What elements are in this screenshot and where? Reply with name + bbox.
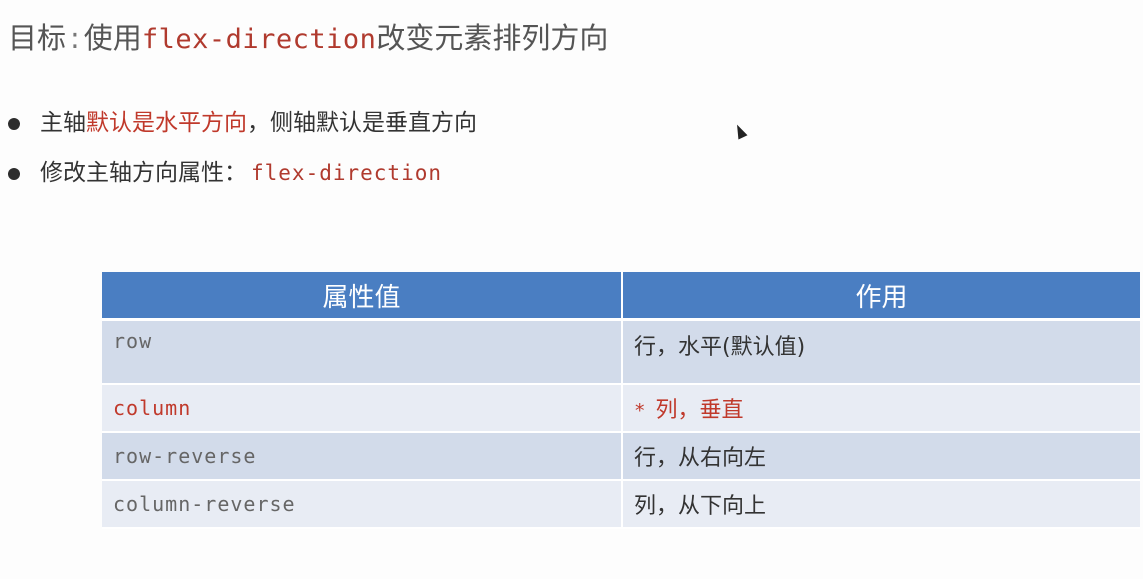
bullet-item-change-direction: 修改主轴方向属性： flex-direction bbox=[8, 154, 477, 204]
effect-text: 行，从右向左 bbox=[634, 446, 767, 471]
bullet-text-part: 主轴 bbox=[40, 110, 86, 136]
cell-value: column bbox=[102, 384, 623, 433]
table-row: row 行，水平(默认值) bbox=[102, 319, 1140, 385]
star-marker: * bbox=[634, 400, 646, 422]
table-row: column-reverse 列，从下向上 bbox=[102, 480, 1140, 529]
bullet-item-main-axis: 主轴默认是水平方向，侧轴默认是垂直方向 bbox=[8, 104, 477, 154]
cell-effect: * 列，垂直 bbox=[622, 384, 1140, 433]
title-prefix: 目标 bbox=[8, 21, 67, 55]
value-text: row-reverse bbox=[113, 444, 257, 468]
title-separator: : bbox=[70, 21, 80, 55]
title-action: 使用 bbox=[83, 21, 142, 55]
slide-title: 目标: 使用flex-direction改变元素排列方向 bbox=[8, 18, 608, 58]
cell-effect: 行，从右向左 bbox=[622, 432, 1140, 481]
bullet-text-highlight: 默认是水平方向 bbox=[86, 110, 247, 136]
header-property-value: 属性值 bbox=[102, 272, 623, 321]
table-header-row: 属性值 作用 bbox=[102, 272, 1140, 321]
value-text: column-reverse bbox=[113, 492, 296, 516]
bullet-list: 主轴默认是水平方向，侧轴默认是垂直方向 修改主轴方向属性： flex-direct… bbox=[8, 104, 477, 204]
bullet-dot-icon bbox=[8, 118, 20, 130]
effect-text: 列，垂直 bbox=[655, 398, 744, 423]
bullet-dot-icon bbox=[8, 168, 20, 180]
bullet-text-part: ，侧轴默认是垂直方向 bbox=[247, 110, 477, 136]
property-table: 属性值 作用 row 行，水平(默认值) column * 列，垂直 row-re… bbox=[102, 272, 1140, 529]
bullet-code: flex-direction bbox=[251, 161, 443, 185]
title-suffix: 改变元素排列方向 bbox=[376, 21, 609, 55]
value-text: column bbox=[113, 396, 192, 420]
cell-value: row bbox=[102, 319, 623, 385]
cell-value: column-reverse bbox=[102, 480, 623, 529]
mouse-cursor-icon bbox=[732, 122, 748, 140]
value-text: row bbox=[113, 329, 153, 353]
cell-effect: 行，水平(默认值) bbox=[622, 319, 1140, 385]
bullet-label: 修改主轴方向属性： bbox=[40, 160, 247, 186]
header-effect: 作用 bbox=[622, 272, 1140, 321]
title-code: flex-direction bbox=[141, 24, 377, 55]
table-row: column * 列，垂直 bbox=[102, 384, 1140, 433]
cell-value: row-reverse bbox=[102, 432, 623, 481]
table-row: row-reverse 行，从右向左 bbox=[102, 432, 1140, 481]
cell-effect: 列，从下向上 bbox=[622, 480, 1140, 529]
effect-text: 行，水平 bbox=[634, 335, 723, 360]
effect-text: 列，从下向上 bbox=[634, 494, 767, 519]
effect-note: (默认值) bbox=[722, 335, 806, 360]
